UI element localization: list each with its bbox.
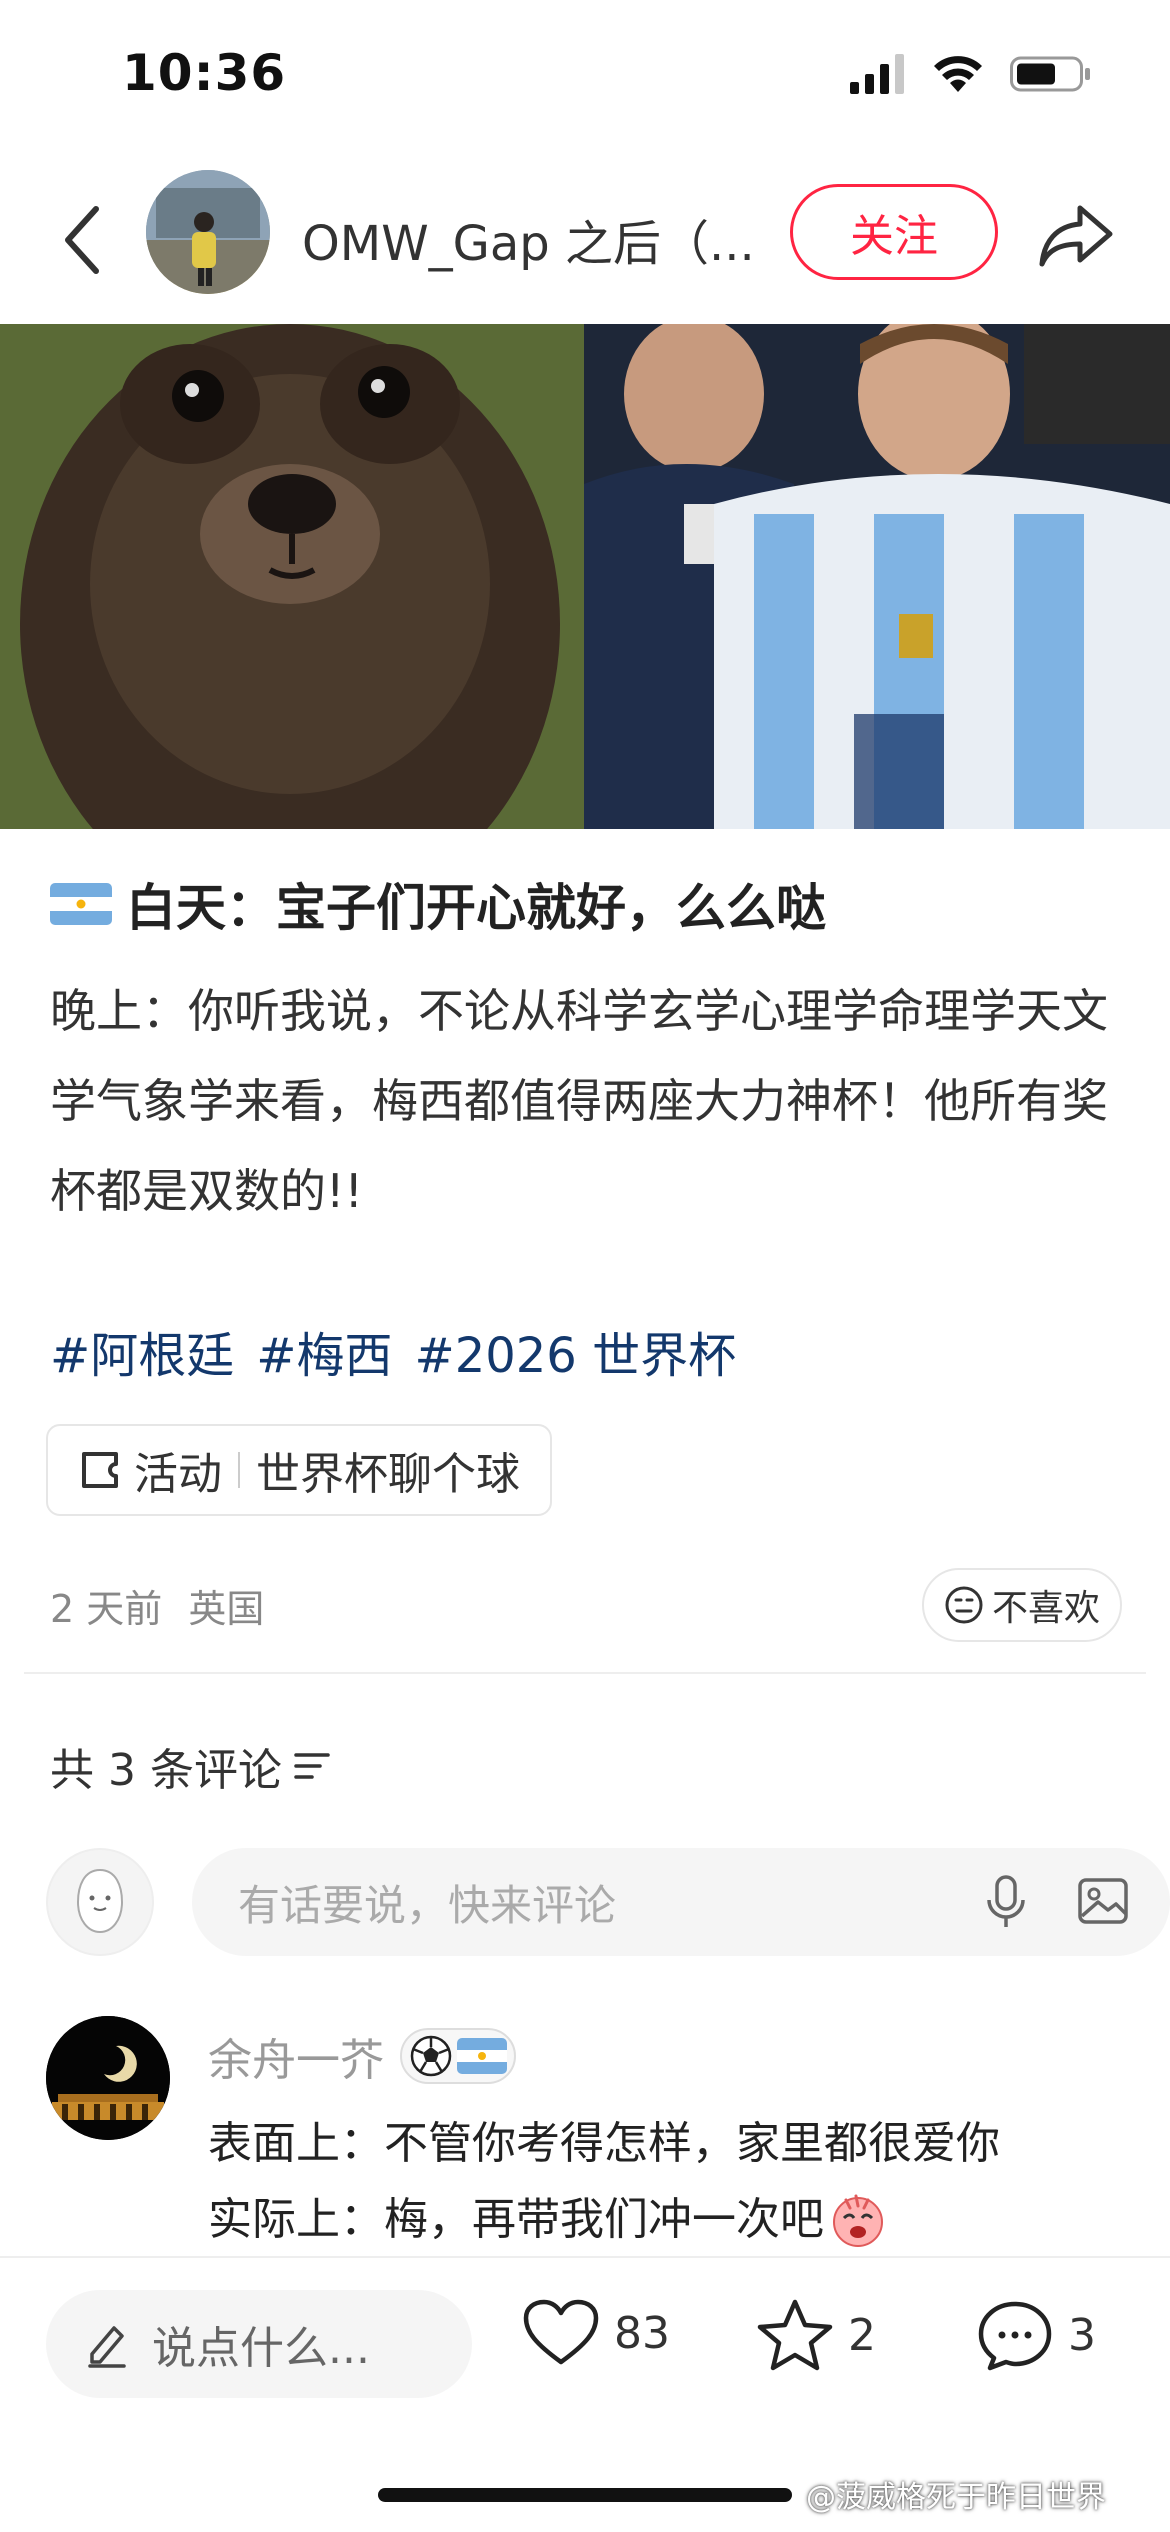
user-badge: [400, 2028, 516, 2084]
like-button[interactable]: 83: [522, 2298, 670, 2368]
post-location: 英国: [188, 1587, 265, 1631]
share-icon: [1039, 205, 1113, 267]
tag-messi[interactable]: #梅西: [256, 1328, 392, 1384]
like-count: 83: [614, 2307, 670, 2359]
comment-input-row: 有话要说，快来评论: [46, 1848, 1170, 1956]
comment-count[interactable]: 共 3 条评论: [50, 1734, 332, 1798]
star-icon: [757, 2299, 833, 2371]
post-body: 晚上：你听我说，不论从科学玄学心理学命理学天文学气象学来看，梅西都值得两座大力神…: [50, 984, 1108, 1218]
status-bar: 10:36: [0, 0, 1170, 150]
avatar-photo: [146, 170, 270, 294]
signal-icon: [850, 54, 904, 94]
chip-separator: [238, 1452, 240, 1488]
post-title: 白天：宝子们开心就好，么么哒: [50, 868, 826, 940]
neutral-face-icon: [945, 1586, 983, 1624]
activity-chip[interactable]: 活动 世界杯聊个球: [46, 1424, 552, 1516]
moon-temple-photo: [46, 2016, 170, 2140]
activity-label: 活动: [134, 1449, 222, 1500]
commenter-name-row: 余舟一芥: [208, 2024, 516, 2088]
status-time: 10:36: [122, 44, 287, 102]
tag-argentina[interactable]: #阿根廷: [50, 1328, 234, 1384]
post-title-text: 白天：宝子们开心就好，么么哒: [126, 879, 826, 937]
comment-input-placeholder: 有话要说，快来评论: [238, 1880, 617, 1930]
post-header: OMW_Gap 之后（... 关注: [0, 160, 1170, 310]
battery-icon: [1010, 56, 1090, 92]
post-time: 2 天前: [50, 1587, 163, 1631]
commenter-name[interactable]: 余舟一芥: [208, 2024, 384, 2088]
wifi-icon: [934, 56, 982, 92]
comment-line-2: 实际上：梅，再带我们冲一次吧: [208, 2194, 824, 2245]
activity-name: 世界杯聊个球: [256, 1449, 520, 1500]
home-indicator[interactable]: [378, 2488, 792, 2502]
heart-icon: [523, 2299, 599, 2365]
comment-button[interactable]: 3: [976, 2298, 1096, 2372]
argentina-flag-badge-icon: [457, 2038, 507, 2074]
sort-icon: [294, 1753, 330, 1779]
say-something-input[interactable]: 说点什么...: [46, 2290, 472, 2398]
author-name[interactable]: OMW_Gap 之后（...: [302, 204, 752, 274]
share-button[interactable]: [1036, 196, 1116, 276]
comment-bubble-icon: [978, 2301, 1052, 2371]
status-icons: [850, 54, 1092, 94]
post-meta: 2 天前 英国: [50, 1578, 264, 1633]
crying-face-emoji-icon: [833, 2194, 883, 2247]
comment-line-2-row: 实际上：梅，再带我们冲一次吧: [208, 2182, 1108, 2258]
say-placeholder: 说点什么...: [152, 2323, 370, 2374]
post-media[interactable]: [0, 324, 1170, 829]
bear-cub-image: [0, 324, 584, 829]
pencil-icon: [88, 2326, 126, 2368]
soccer-ball-icon: [410, 2035, 452, 2077]
watermark: @菠威格死于昨日世界: [806, 2480, 1106, 2515]
post-tags: #阿根廷 #梅西 #2026 世界杯: [50, 1316, 758, 1386]
comment-text: 表面上：不管你考得怎样，家里都很爱你 实际上：梅，再带我们冲一次吧: [208, 2106, 1108, 2258]
comment-line-1: 表面上：不管你考得怎样，家里都很爱你: [208, 2118, 1000, 2169]
comment-input[interactable]: 有话要说，快来评论: [192, 1848, 1170, 1956]
image-icon[interactable]: [1076, 1874, 1130, 1928]
comment-count-label: 共 3 条评论: [50, 1745, 282, 1796]
microphone-icon[interactable]: [984, 1874, 1028, 1930]
commenter-avatar[interactable]: [46, 2016, 170, 2140]
comment-count-value: 3: [1068, 2309, 1096, 2361]
dislike-label: 不喜欢: [991, 1588, 1100, 1629]
mascot-icon: [76, 1868, 124, 1934]
tag-world-cup[interactable]: #2026 世界杯: [414, 1328, 736, 1384]
author-avatar[interactable]: [146, 170, 270, 294]
back-button[interactable]: [52, 200, 112, 280]
current-user-avatar: [46, 1848, 154, 1956]
dislike-button[interactable]: 不喜欢: [922, 1568, 1122, 1642]
star-count: 2: [848, 2309, 876, 2361]
section-divider: [24, 1672, 1146, 1674]
messi-image: [584, 324, 1170, 829]
activity-icon: [82, 1452, 118, 1488]
collect-button[interactable]: 2: [756, 2298, 876, 2372]
argentina-flag-icon: [50, 883, 112, 925]
follow-button[interactable]: 关注: [790, 184, 998, 280]
chevron-left-icon: [65, 206, 99, 274]
